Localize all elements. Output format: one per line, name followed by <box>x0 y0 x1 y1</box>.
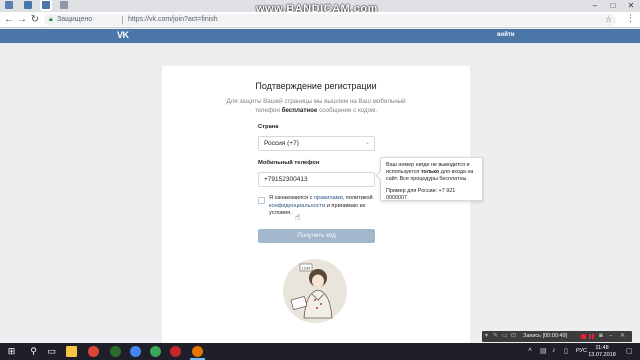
browser-tab[interactable] <box>5 1 13 9</box>
address-separator <box>122 16 123 24</box>
vk-header: VK войти <box>0 29 640 43</box>
camera-icon[interactable]: ◙ <box>599 331 603 342</box>
url-text[interactable]: https://vk.com/join?act=finish <box>128 14 218 26</box>
back-arrow-icon[interactable]: ← <box>3 13 15 26</box>
search-icon[interactable]: ⚲ <box>28 346 39 357</box>
bandicam-icon[interactable] <box>170 346 181 357</box>
browser-tab[interactable] <box>24 1 32 9</box>
recorder-menu-icon[interactable]: ▾ <box>485 331 488 342</box>
tooltip-example: Пример для России: +7 921 0000007 <box>386 187 456 201</box>
phone-illustration: 1234 <box>283 259 347 323</box>
app-icon[interactable] <box>110 346 121 357</box>
agree-text: Я ознакомился с правилами, политикой кон… <box>269 195 377 218</box>
lock-icon: 🔒︎ <box>49 16 53 23</box>
browser-tab[interactable] <box>60 1 68 9</box>
file-explorer-icon[interactable] <box>66 346 77 357</box>
desc-bold: бесплатное <box>281 107 318 114</box>
phone-input[interactable]: +79152300413 <box>258 172 375 187</box>
get-code-button[interactable]: Получить код <box>258 229 375 243</box>
secure-label: Защищено <box>57 16 93 23</box>
app-icon[interactable] <box>192 346 203 357</box>
taskbar-clock[interactable]: 11:48 13.07.2018 <box>585 345 619 358</box>
clock-date: 13.07.2018 <box>588 351 616 358</box>
stop-record-icon[interactable] <box>581 334 586 339</box>
close-window-button[interactable]: ✕ <box>624 1 638 11</box>
agree-text-part: Я ознакомился с <box>269 195 314 201</box>
battery-icon[interactable]: ▯ <box>564 347 568 355</box>
vk-logo[interactable]: VK <box>117 30 129 40</box>
country-value: Россия (+7) <box>264 140 299 147</box>
country-select[interactable]: Россия (+7) ⌄ <box>258 136 375 151</box>
browser-menu-icon[interactable]: ⋮ <box>626 13 635 24</box>
tray-arrow-icon[interactable]: ˄ <box>528 347 532 354</box>
volume-icon[interactable]: ♪ <box>552 347 556 354</box>
minimize-recorder-icon[interactable]: – <box>609 331 612 342</box>
app-icon[interactable] <box>150 346 161 357</box>
desc-text-end: сообщение с кодом. <box>317 107 378 114</box>
windows-taskbar: ⊞ ⚲ ▭ ˄ ▤ ♪ ▯ РУС 11:48 13.07.2018 ▢ <box>0 343 640 360</box>
country-label: Страна <box>258 124 279 130</box>
notifications-icon[interactable]: ▢ <box>626 347 633 355</box>
agree-text-part: , политикой <box>342 195 373 201</box>
login-link[interactable]: войти <box>497 32 515 38</box>
network-icon[interactable]: ▤ <box>540 347 547 355</box>
registration-card: Подтверждение регистрации Для защиты Ваш… <box>162 66 470 348</box>
browser-toolbar: ← → ↻ 🔒︎ Защищено https://vk.com/join?ac… <box>0 12 640 28</box>
browser-tab-strip: www.BANDICAM.com – □ ✕ <box>0 0 640 15</box>
pause-record-icon[interactable] <box>589 334 594 339</box>
chrome-icon[interactable] <box>88 346 99 357</box>
pencil-icon[interactable]: ✎ <box>493 331 498 342</box>
agree-checkbox[interactable] <box>258 197 265 204</box>
minimize-button[interactable]: – <box>588 1 602 11</box>
page-title: Подтверждение регистрации <box>255 81 377 91</box>
forward-arrow-icon[interactable]: → <box>16 13 28 26</box>
chrome-icon[interactable] <box>130 346 141 357</box>
phone-hint-tooltip: Ваш номер нигде не выводится и используе… <box>380 157 483 201</box>
rules-link[interactable]: правилами <box>314 195 343 201</box>
privacy-link[interactable]: конфиденциальности <box>269 203 325 209</box>
screen-icon[interactable]: ▭ <box>502 331 508 342</box>
tooltip-bold: только <box>420 169 440 176</box>
card-description: Для защиты Вашей страницы мы вышлем на В… <box>220 97 412 115</box>
bookmark-star-icon[interactable]: ☆ <box>605 14 612 26</box>
bandicam-recorder-bar: ▾ ✎ ▭ ⊡ Запись [00:00:49] ◙ – ✕ <box>482 331 632 342</box>
phone-label: Мобильный телефон <box>258 160 320 166</box>
windows-start-icon[interactable]: ⊞ <box>6 346 17 357</box>
chevron-down-icon: ⌄ <box>364 140 370 146</box>
address-bar[interactable]: 🔒︎ Защищено https://vk.com/join?act=fini… <box>44 14 616 26</box>
recording-time: Запись [00:00:49] <box>523 333 568 339</box>
browser-tab-active[interactable] <box>42 1 50 9</box>
reload-icon[interactable]: ↻ <box>29 13 41 26</box>
tooltip-text: Ваш номер нигде не выводится и используе… <box>386 162 477 184</box>
close-recorder-icon[interactable]: ✕ <box>620 331 625 342</box>
hand-cursor-icon: ☝ <box>295 212 301 222</box>
maximize-button[interactable]: □ <box>606 1 620 11</box>
svg-text:1234: 1234 <box>302 266 312 271</box>
task-view-icon[interactable]: ▭ <box>46 346 57 357</box>
crop-icon[interactable]: ⊡ <box>511 331 516 342</box>
